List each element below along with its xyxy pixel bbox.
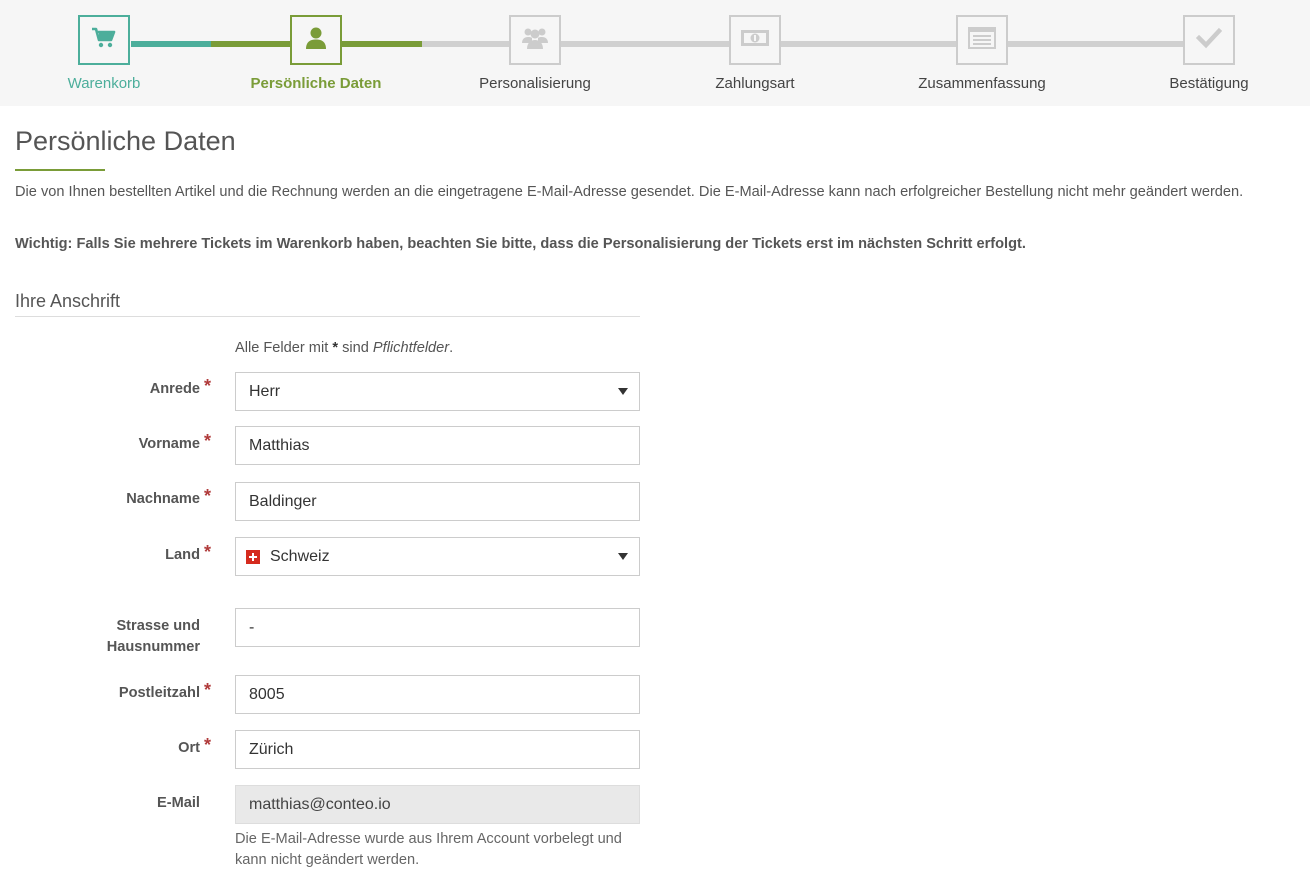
first-name-value: Matthias [249,436,310,454]
step-label-bestaetigung: Bestätigung [1169,75,1249,92]
label-email: E-Mail [157,795,200,811]
required-marker: * [204,431,212,451]
banknote-icon [740,28,770,53]
salutation-select[interactable]: Herr [235,372,640,411]
country-select[interactable]: Schweiz [235,537,640,576]
country-value: Schweiz [270,547,330,565]
label-ort: Ort [178,740,200,756]
step-connector [131,41,211,47]
step-label-personalisierung: Personalisierung [479,75,591,92]
list-icon [968,26,996,54]
step-label-warenkorb[interactable]: Warenkorb [4,75,204,92]
important-notice: Wichtig: Falls Sie mehrere Tickets im Wa… [15,236,1026,252]
section-divider [15,316,640,317]
checkmark-icon [1195,27,1223,54]
caret-down-icon [618,553,628,560]
step-warenkorb[interactable] [78,15,130,65]
swiss-flag-icon [246,549,260,564]
step-zusammenfassung [956,15,1008,65]
step-label-zahlungsart: Zahlungsart [715,75,795,92]
step-label-persoenliche-daten[interactable]: Persönliche Daten [216,75,416,92]
section-title-address: Ihre Anschrift [15,291,121,311]
title-underline [15,169,105,171]
step-connector [561,41,729,47]
step-persoenliche-daten[interactable] [290,15,342,65]
label-strasse-line1: Strasse und [116,618,200,634]
required-marker: * [204,486,212,506]
users-icon [520,26,550,55]
required-marker: * [204,542,212,562]
street-input[interactable]: - [235,608,640,647]
label-anrede: Anrede [149,381,200,397]
step-connector [422,41,509,47]
step-connector [1007,41,1183,47]
required-fields-note: Alle Felder mit * sind Pflichtfelder. [235,340,454,356]
city-value: Zürich [249,740,294,758]
label-plz: Postleitzahl [118,685,200,701]
step-personalisierung [509,15,561,65]
caret-down-icon [618,388,628,395]
step-zahlungsart [729,15,781,65]
intro-text: Die von Ihnen bestellten Artikel und die… [15,184,1244,200]
last-name-input[interactable]: Baldinger [235,482,640,521]
city-input[interactable]: Zürich [235,730,640,769]
label-nachname: Nachname [126,491,200,507]
step-connector [211,41,291,47]
step-connector [780,41,956,47]
step-connector [341,41,422,47]
label-strasse: Strasse und Hausnummer [0,616,200,658]
step-label-zusammenfassung: Zusammenfassung [918,75,1046,92]
first-name-input[interactable]: Matthias [235,426,640,465]
shopping-cart-icon [91,26,117,55]
street-value: - [249,618,255,636]
user-icon [305,26,327,55]
email-value: matthias@conteo.io [249,795,391,813]
page-title: Persönliche Daten [15,126,236,156]
step-bestaetigung [1183,15,1235,65]
label-land: Land [165,547,200,563]
label-strasse-line2: Hausnummer [106,639,200,655]
required-marker: * [204,376,212,396]
salutation-value: Herr [249,382,281,400]
required-marker: * [204,735,212,755]
email-help-text: Die E-Mail-Adresse wurde aus Ihrem Accou… [235,831,622,868]
postal-code-input[interactable]: 8005 [235,675,640,714]
postal-code-value: 8005 [249,685,285,703]
checkout-stepper: Warenkorb Persönliche Daten Personalisie… [0,0,1310,106]
last-name-value: Baldinger [249,492,317,510]
label-vorname: Vorname [138,436,200,452]
required-marker: * [204,680,212,700]
email-input: matthias@conteo.io [235,785,640,824]
